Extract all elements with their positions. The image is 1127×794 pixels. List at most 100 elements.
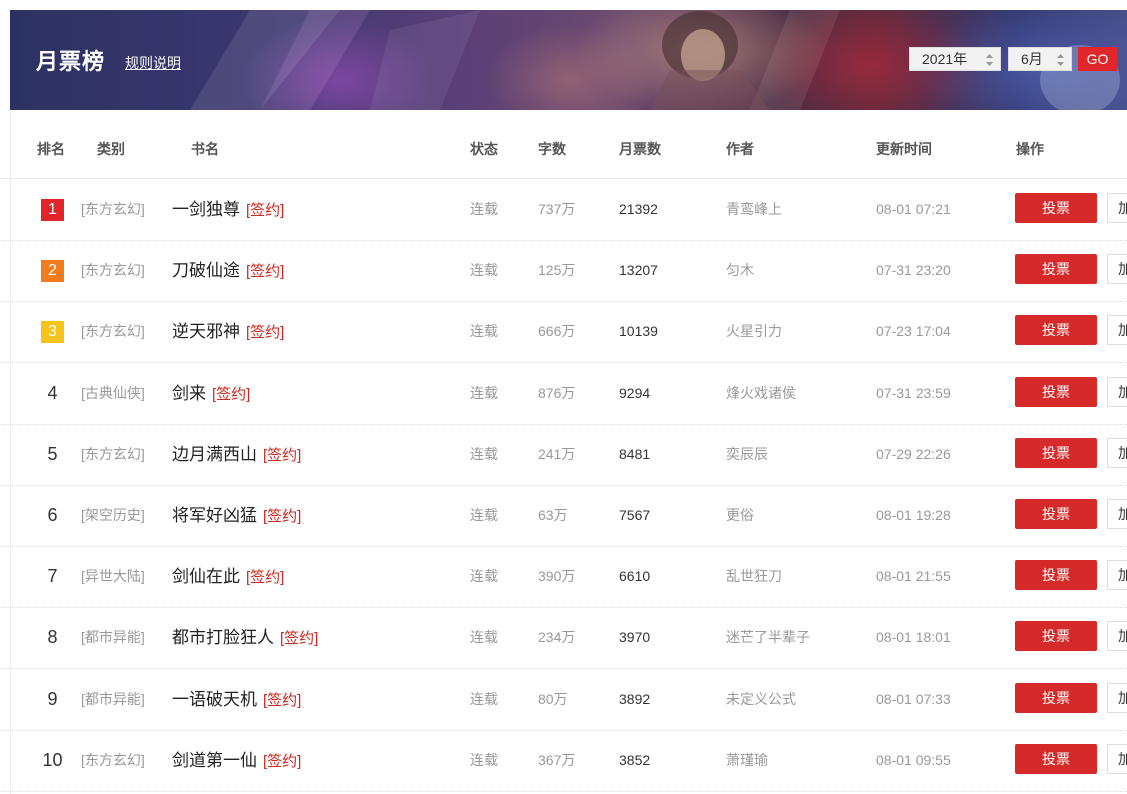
book-title-link[interactable]: 剑仙在此 <box>172 567 240 586</box>
table-row: 3 [东方玄幻] 逆天邪神 [签约] 连载 666万 10139 火星引力 07-23 17:0… <box>0 301 1127 364</box>
col-status: 状态 <box>470 141 498 157</box>
month-select[interactable]: 6月 <box>1008 47 1072 71</box>
word-count: 63万 <box>538 507 568 523</box>
signed-tag: [签约] <box>263 691 302 709</box>
year-select[interactable]: 2021年 <box>909 47 1001 71</box>
update-time: 07-23 17:04 <box>876 323 951 340</box>
vote-button[interactable]: 投票 <box>1015 621 1097 652</box>
add-to-shelf-button[interactable]: 加 <box>1107 376 1127 407</box>
signed-tag: [签约] <box>263 508 302 525</box>
add-to-shelf-button[interactable]: 加 <box>1107 682 1127 713</box>
author-link[interactable]: 奕辰辰 <box>726 424 768 485</box>
book-title-link[interactable]: 将军好凶猛 <box>172 506 257 525</box>
col-updated: 更新时间 <box>876 141 932 157</box>
add-to-shelf-button[interactable]: 加 <box>1107 560 1127 591</box>
rank-number: 4 <box>47 382 58 403</box>
vote-button[interactable]: 投票 <box>1015 437 1097 468</box>
rules-link[interactable]: 规则说明 <box>125 53 181 73</box>
category-label: [架空历史] <box>81 507 145 523</box>
signed-tag: [签约] <box>263 446 302 464</box>
add-to-shelf-button[interactable]: 加 <box>1107 499 1127 529</box>
title-cell: 剑来 [签约] <box>172 363 250 424</box>
vote-button[interactable]: 投票 <box>1015 560 1097 591</box>
status-text: 连载 <box>470 690 498 707</box>
monthly-votes: 21392 <box>619 201 658 217</box>
book-title-link[interactable]: 逆天邪神 <box>172 322 240 341</box>
col-words: 字数 <box>538 141 566 157</box>
word-count: 666万 <box>538 323 576 340</box>
col-action: 操作 <box>1016 141 1044 157</box>
vote-button[interactable]: 投票 <box>1015 254 1097 285</box>
book-title-link[interactable]: 刀破仙途 <box>172 261 240 280</box>
table-row: 10 [东方玄幻] 剑道第一仙 [签约] 连载 367万 3852 萧瑾瑜 08-01 09:5… <box>0 730 1127 792</box>
add-to-shelf-button[interactable]: 加 <box>1107 743 1127 774</box>
table-row: 1 [东方玄幻] 一剑独尊 [签约] 连载 737万 21392 青鸾峰上 08-01 07:2… <box>0 179 1127 241</box>
status-text: 连载 <box>470 323 498 340</box>
go-button[interactable]: GO <box>1078 47 1117 71</box>
category-label: [古典仙侠] <box>81 384 145 401</box>
vote-button[interactable]: 投票 <box>1015 499 1097 529</box>
category-label: [东方玄幻] <box>81 262 145 279</box>
signed-tag: [签约] <box>263 752 302 770</box>
word-count: 241万 <box>538 445 576 462</box>
rank-number: 6 <box>47 505 58 525</box>
add-to-shelf-button[interactable]: 加 <box>1107 254 1127 285</box>
book-title-link[interactable]: 一语破天机 <box>172 690 257 709</box>
book-title-link[interactable]: 剑来 <box>172 384 206 403</box>
table-row: 2 [东方玄幻] 刀破仙途 [签约] 连载 125万 13207 匀木 07-31 23:20 投… <box>0 240 1127 303</box>
word-count: 234万 <box>538 629 576 646</box>
author-link[interactable]: 未定义公式 <box>726 669 796 730</box>
signed-tag: [签约] <box>246 569 285 587</box>
title-cell: 剑仙在此 [签约] <box>172 546 284 607</box>
title-cell: 一语破天机 [签约] <box>172 669 301 730</box>
table-row: 7 [异世大陆] 剑仙在此 [签约] 连载 390万 6610 乱世狂刀 08-01 21:55… <box>0 546 1127 609</box>
add-to-shelf-button[interactable]: 加 <box>1107 315 1127 346</box>
author-link[interactable]: 烽火戏诸侯 <box>726 363 796 424</box>
vote-button[interactable]: 投票 <box>1015 376 1097 407</box>
status-text: 连载 <box>470 201 498 217</box>
status-text: 连载 <box>470 629 498 646</box>
month-select-value: 6月 <box>1021 51 1043 67</box>
vote-button[interactable]: 投票 <box>1015 193 1097 223</box>
signed-tag: [签约] <box>246 324 285 342</box>
word-count: 876万 <box>538 384 576 401</box>
col-category: 类别 <box>97 141 125 157</box>
rank-number: 5 <box>47 443 58 464</box>
category-label: [东方玄幻] <box>81 751 145 768</box>
book-title-link[interactable]: 一剑独尊 <box>172 200 240 219</box>
category-label: [都市异能] <box>81 629 145 646</box>
word-count: 80万 <box>538 690 568 707</box>
rank-number: 10 <box>42 749 63 770</box>
word-count: 737万 <box>538 201 576 217</box>
author-link[interactable]: 匀木 <box>726 240 754 301</box>
page-title: 月票榜 <box>36 49 106 74</box>
word-count: 367万 <box>538 751 576 768</box>
monthly-votes: 13207 <box>619 262 658 279</box>
book-title-link[interactable]: 边月满西山 <box>172 445 257 464</box>
author-link[interactable]: 火星引力 <box>726 301 782 362</box>
monthly-votes: 6610 <box>619 568 651 585</box>
rank-number: 1 <box>41 199 64 221</box>
title-cell: 都市打脸狂人 [签约] <box>172 607 318 668</box>
word-count: 390万 <box>538 568 576 585</box>
vote-button[interactable]: 投票 <box>1015 743 1097 774</box>
book-title-link[interactable]: 剑道第一仙 <box>172 751 257 770</box>
title-cell: 边月满西山 [签约] <box>172 424 301 485</box>
author-link[interactable]: 乱世狂刀 <box>726 546 782 607</box>
vote-button[interactable]: 投票 <box>1015 315 1097 346</box>
title-cell: 刀破仙途 [签约] <box>172 240 284 301</box>
author-link[interactable]: 青鸾峰上 <box>726 179 782 240</box>
status-text: 连载 <box>470 262 498 279</box>
update-time: 08-01 21:55 <box>876 568 951 585</box>
book-title-link[interactable]: 都市打脸狂人 <box>172 628 274 647</box>
add-to-shelf-button[interactable]: 加 <box>1107 621 1127 652</box>
vote-button[interactable]: 投票 <box>1015 682 1097 713</box>
add-to-shelf-button[interactable]: 加 <box>1107 193 1127 223</box>
author-link[interactable]: 更俗 <box>726 485 754 546</box>
add-to-shelf-button[interactable]: 加 <box>1107 437 1127 468</box>
update-time: 08-01 07:33 <box>876 690 951 707</box>
author-link[interactable]: 迷芒了半辈子 <box>726 607 810 668</box>
author-link[interactable]: 萧瑾瑜 <box>726 730 768 791</box>
monthly-votes: 8481 <box>619 445 651 462</box>
status-text: 连载 <box>470 568 498 585</box>
